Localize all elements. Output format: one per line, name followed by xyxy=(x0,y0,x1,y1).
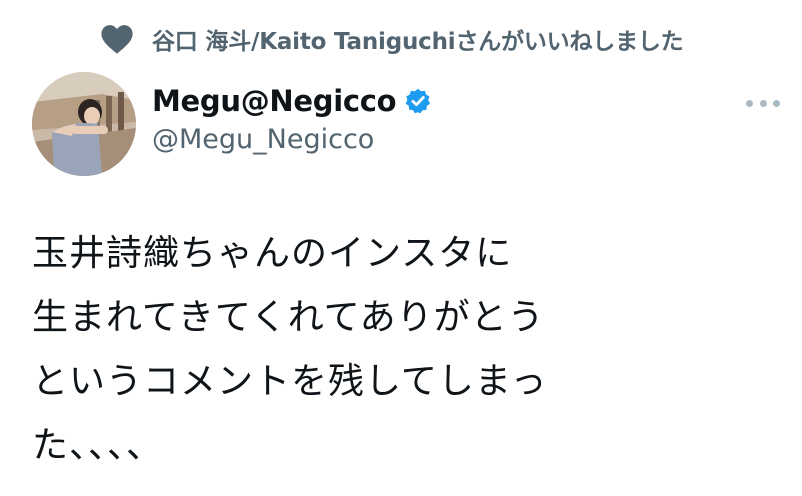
tweet-text-line: 生まれてきてくれてありがとう xyxy=(32,297,545,338)
more-icon-dot xyxy=(759,99,767,107)
author-block[interactable]: Megu@Negicco @Megu_Negicco xyxy=(152,84,432,155)
avatar-photo xyxy=(32,72,136,176)
more-icon xyxy=(746,99,753,107)
author-handle[interactable]: @Megu_Negicco xyxy=(152,124,432,155)
tweet-text-line: というコメントを残してしまっ xyxy=(32,361,548,402)
more-options-button[interactable] xyxy=(746,93,780,113)
more-icon-dot xyxy=(773,99,780,107)
avatar[interactable] xyxy=(32,72,136,176)
social-context-text: 谷口 海斗/Kaito Taniguchiさんがいいねしました xyxy=(152,29,684,55)
author-display-name[interactable]: Megu@Negicco xyxy=(152,84,397,118)
verified-badge-icon xyxy=(405,88,431,114)
heart-icon xyxy=(101,25,133,54)
tweet-text: 玉井詩織ちゃんのインスタに 生まれてきてくれてありがとう というコメントを残して… xyxy=(32,222,772,478)
social-context[interactable]: 谷口 海斗/Kaito Taniguchiさんがいいねしました xyxy=(100,22,684,56)
tweet-text-line: 玉井詩織ちゃんのインスタに xyxy=(32,233,513,274)
tweet-text-line: た、、、、 xyxy=(32,425,164,466)
